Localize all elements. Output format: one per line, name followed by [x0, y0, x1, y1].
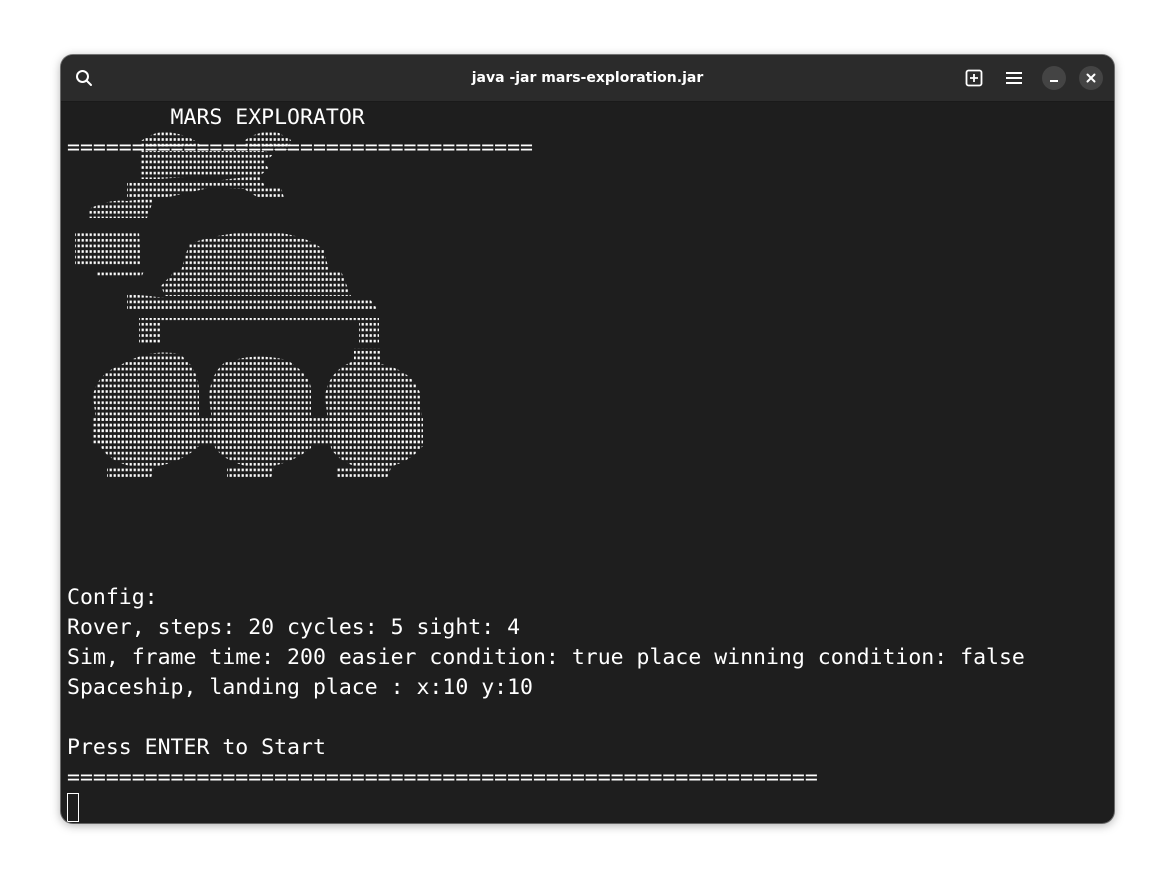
menu-button[interactable]: [1002, 66, 1026, 90]
window-title: java -jar mars-exploration.jar: [471, 70, 704, 86]
close-icon: [1086, 73, 1096, 83]
hamburger-menu-icon: [1006, 72, 1022, 84]
search-icon: [76, 70, 92, 86]
close-button[interactable]: [1079, 66, 1103, 90]
config-label: Config:: [67, 585, 158, 610]
new-tab-icon: [965, 69, 983, 87]
spaceship-config-line: Spaceship, landing place : x:10 y:10: [67, 675, 533, 700]
start-prompt: Press ENTER to Start: [67, 735, 326, 760]
mars-rover-ascii-art: [75, 132, 423, 478]
new-tab-button[interactable]: [962, 66, 986, 90]
rover-config-line: Rover, steps: 20 cycles: 5 sight: 4: [67, 615, 521, 640]
terminal-cursor: [67, 793, 79, 822]
sim-config-line: Sim, frame time: 200 easier condition: t…: [67, 645, 1025, 670]
minimize-icon: [1050, 80, 1058, 82]
search-button[interactable]: [72, 66, 96, 90]
terminal-window: java -jar mars-exploration.jar MARS EXPL…: [61, 55, 1114, 823]
divider-bottom: ========================================…: [67, 765, 818, 790]
minimize-button[interactable]: [1042, 66, 1066, 90]
titlebar: java -jar mars-exploration.jar: [61, 55, 1114, 102]
